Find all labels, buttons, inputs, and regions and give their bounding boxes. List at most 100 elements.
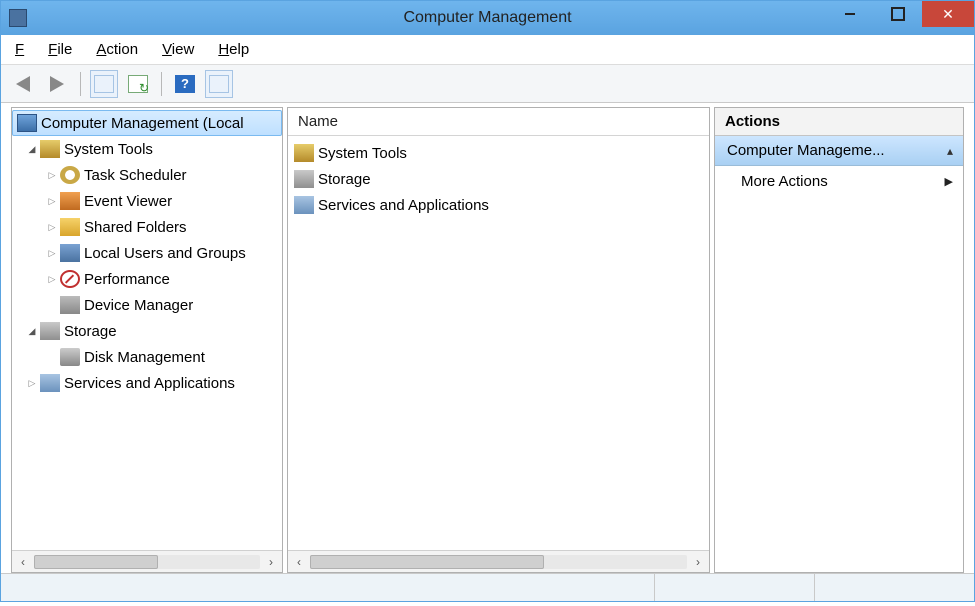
event-icon: [60, 192, 80, 210]
statusbar: [1, 573, 974, 601]
titlebar[interactable]: Computer Management: [1, 1, 974, 35]
tree-label: Local Users and Groups: [84, 245, 246, 262]
tree-event-viewer[interactable]: Event Viewer: [12, 188, 282, 214]
forward-button[interactable]: [43, 70, 71, 98]
actions-header: Actions: [715, 108, 963, 136]
close-button[interactable]: [922, 1, 974, 27]
tree-label: System Tools: [64, 141, 153, 158]
tree-storage[interactable]: Storage: [12, 318, 282, 344]
toolbar-separator: [80, 72, 81, 96]
list-label: System Tools: [318, 145, 407, 162]
list-item-system-tools[interactable]: System Tools: [294, 140, 703, 166]
actions-group-label: Computer Manageme...: [727, 142, 885, 159]
list-hscroll[interactable]: ‹ ›: [288, 550, 709, 572]
scroll-right-button[interactable]: ›: [687, 552, 709, 572]
tree-hscroll[interactable]: ‹ ›: [12, 550, 282, 572]
tools-icon: [294, 144, 314, 162]
tree-local-users[interactable]: Local Users and Groups: [12, 240, 282, 266]
scroll-thumb[interactable]: [34, 555, 158, 569]
folder-icon: [60, 218, 80, 236]
menu-file[interactable]: Fdocument.currentScript.previousElementS…: [15, 41, 24, 58]
status-segment: [1, 574, 654, 601]
help-button[interactable]: [171, 70, 199, 98]
tree-label: Services and Applications: [64, 375, 235, 392]
expander-icon[interactable]: [46, 247, 58, 259]
tree-device-manager[interactable]: Device Manager: [12, 292, 282, 318]
tree-label: Event Viewer: [84, 193, 172, 210]
list-label: Services and Applications: [318, 197, 489, 214]
tree-root[interactable]: Computer Management (Local: [12, 110, 282, 136]
app-icon: [9, 9, 27, 27]
list-label: Storage: [318, 171, 371, 188]
minimize-button[interactable]: [826, 1, 874, 27]
window-title: Computer Management: [403, 9, 571, 27]
tree-shared-folders[interactable]: Shared Folders: [12, 214, 282, 240]
toolbar-separator: [161, 72, 162, 96]
tree-performance[interactable]: Performance: [12, 266, 282, 292]
action-more-actions[interactable]: More Actions: [715, 166, 963, 196]
status-segment: [814, 574, 974, 601]
column-name-label: Name: [298, 113, 338, 130]
action-pane-icon: [209, 75, 229, 93]
scroll-left-button[interactable]: ‹: [288, 552, 310, 572]
tree-label: Performance: [84, 271, 170, 288]
tree-label: Task Scheduler: [84, 167, 187, 184]
storage-icon: [40, 322, 60, 340]
actions-panel: Actions Computer Manageme... More Action…: [714, 107, 964, 573]
action-label: More Actions: [741, 173, 828, 190]
list-body[interactable]: System Tools Storage Services and Applic…: [288, 136, 709, 550]
tree-task-scheduler[interactable]: Task Scheduler: [12, 162, 282, 188]
list-column-header[interactable]: Name: [288, 108, 709, 136]
tree-view[interactable]: Computer Management (Local System Tools …: [12, 108, 282, 550]
export-button[interactable]: [124, 70, 152, 98]
arrow-left-icon: [16, 76, 30, 92]
scroll-track[interactable]: [34, 555, 260, 569]
expander-icon[interactable]: [26, 325, 38, 337]
tree-label: Device Manager: [84, 297, 193, 314]
menu-file[interactable]: File: [48, 41, 72, 58]
storage-icon: [294, 170, 314, 188]
menu-help[interactable]: Help: [218, 41, 249, 58]
show-action-pane-button[interactable]: [205, 70, 233, 98]
tree-services-apps[interactable]: Services and Applications: [12, 370, 282, 396]
tree-label: Computer Management (Local: [41, 115, 244, 132]
expander-icon[interactable]: [26, 377, 38, 389]
expander-icon[interactable]: [46, 273, 58, 285]
back-button[interactable]: [9, 70, 37, 98]
tools-icon: [40, 140, 60, 158]
actions-group-title[interactable]: Computer Manageme...: [715, 136, 963, 166]
tree-panel: Computer Management (Local System Tools …: [11, 107, 283, 573]
services-icon: [40, 374, 60, 392]
actions-header-label: Actions: [725, 113, 780, 130]
list-item-storage[interactable]: Storage: [294, 166, 703, 192]
tree-disk-management[interactable]: Disk Management: [12, 344, 282, 370]
list-panel: Name System Tools Storage Services and A…: [287, 107, 710, 573]
show-hide-tree-button[interactable]: [90, 70, 118, 98]
disk-icon: [60, 348, 80, 366]
users-icon: [60, 244, 80, 262]
computer-icon: [17, 114, 37, 132]
scroll-left-button[interactable]: ‹: [12, 552, 34, 572]
scroll-thumb[interactable]: [310, 555, 544, 569]
performance-icon: [60, 270, 80, 288]
maximize-button[interactable]: [874, 1, 922, 27]
expander-icon[interactable]: [26, 143, 38, 155]
status-segment: [654, 574, 814, 601]
services-icon: [294, 196, 314, 214]
clock-icon: [60, 166, 80, 184]
expander-icon[interactable]: [46, 195, 58, 207]
tree-label: Disk Management: [84, 349, 205, 366]
tree-system-tools[interactable]: System Tools: [12, 136, 282, 162]
expander-icon[interactable]: [46, 169, 58, 181]
menu-action[interactable]: Action: [96, 41, 138, 58]
list-item-services-apps[interactable]: Services and Applications: [294, 192, 703, 218]
tree-label: Storage: [64, 323, 117, 340]
scroll-track[interactable]: [310, 555, 687, 569]
menu-view[interactable]: View: [162, 41, 194, 58]
help-icon: [175, 75, 195, 93]
scroll-right-button[interactable]: ›: [260, 552, 282, 572]
device-icon: [60, 296, 80, 314]
expander-icon[interactable]: [46, 221, 58, 233]
tree-label: Shared Folders: [84, 219, 187, 236]
arrow-right-icon: [50, 76, 64, 92]
